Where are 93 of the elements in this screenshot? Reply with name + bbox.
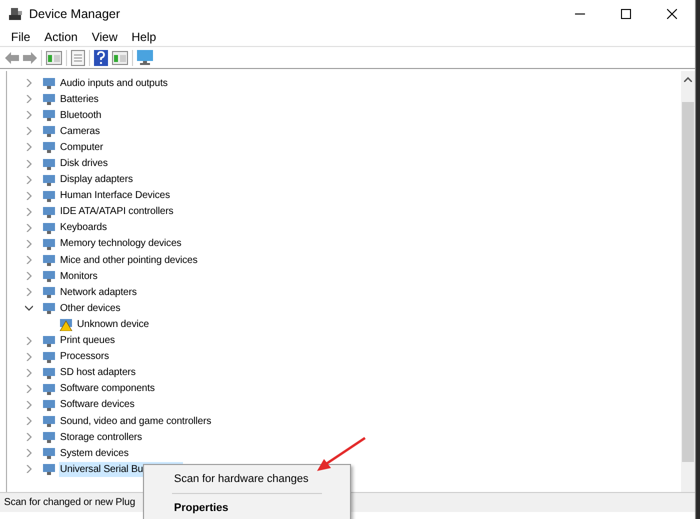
device-icon bbox=[42, 140, 56, 154]
expand-chevron-icon[interactable] bbox=[25, 192, 33, 200]
device-icon bbox=[42, 301, 56, 316]
scroll-up-icon[interactable] bbox=[684, 77, 692, 82]
device-icon bbox=[42, 382, 56, 396]
tree-item[interactable]: Unknown device bbox=[76, 316, 150, 332]
tree-item[interactable]: Keyboards bbox=[59, 220, 108, 236]
menu-item[interactable]: Help bbox=[124, 28, 164, 46]
monitor-icon[interactable] bbox=[137, 50, 153, 65]
tree-item[interactable]: Memory technology devices bbox=[59, 236, 182, 252]
panel-icon[interactable] bbox=[112, 50, 128, 64]
expand-chevron-icon[interactable] bbox=[25, 143, 33, 152]
device-manager-icon bbox=[9, 7, 23, 21]
device-icon bbox=[42, 204, 56, 219]
tree-item[interactable]: Display adapters bbox=[59, 172, 134, 188]
tree-item[interactable]: Batteries bbox=[59, 92, 100, 107]
device-icon bbox=[42, 446, 56, 460]
back-icon[interactable] bbox=[5, 52, 19, 64]
expand-chevron-icon[interactable] bbox=[25, 449, 33, 458]
device-icon bbox=[42, 462, 56, 476]
maximize-icon[interactable] bbox=[621, 9, 631, 19]
device-icon bbox=[42, 172, 56, 187]
scroll-thumb[interactable] bbox=[682, 102, 694, 462]
tree-item[interactable]: Monitors bbox=[59, 268, 99, 284]
window-title: Device Manager bbox=[29, 6, 120, 23]
tree-item[interactable]: Software devices bbox=[59, 397, 136, 412]
device-icon bbox=[42, 76, 56, 90]
expand-chevron-icon[interactable] bbox=[25, 465, 33, 474]
tree-item[interactable]: Disk drives bbox=[59, 156, 109, 172]
tree-item[interactable]: System devices bbox=[59, 446, 130, 461]
tree-item[interactable]: Print queues bbox=[59, 333, 116, 348]
expand-chevron-icon[interactable] bbox=[25, 160, 33, 168]
device-icon bbox=[42, 253, 56, 268]
tree-item[interactable]: Bluetooth bbox=[59, 108, 102, 123]
tree-item[interactable]: Mice and other pointing devices bbox=[59, 252, 199, 268]
device-icon bbox=[42, 334, 56, 348]
device-icon bbox=[42, 156, 56, 171]
device-icon bbox=[42, 366, 56, 380]
forward-icon[interactable] bbox=[23, 52, 37, 64]
device-icon bbox=[42, 285, 56, 300]
expand-chevron-icon[interactable] bbox=[25, 256, 33, 264]
menu-item[interactable]: View bbox=[84, 28, 124, 46]
expand-chevron-icon[interactable] bbox=[25, 384, 33, 393]
expand-chevron-icon[interactable] bbox=[25, 176, 33, 184]
tree-item[interactable]: Software components bbox=[59, 381, 156, 396]
expand-chevron-icon[interactable] bbox=[25, 336, 33, 345]
device-icon bbox=[42, 350, 56, 364]
expand-chevron-icon[interactable] bbox=[25, 288, 33, 296]
properties-icon[interactable] bbox=[71, 50, 85, 66]
device-icon bbox=[42, 430, 56, 444]
tree-item[interactable]: Human Interface Devices bbox=[59, 188, 171, 204]
status-text: Scan for changed or new Plug bbox=[4, 496, 136, 510]
help-icon[interactable] bbox=[94, 50, 108, 66]
tree-item[interactable]: Storage controllers bbox=[59, 430, 144, 445]
expand-chevron-icon[interactable] bbox=[25, 240, 33, 248]
device-icon bbox=[42, 236, 56, 251]
expand-chevron-icon[interactable] bbox=[25, 208, 33, 216]
expand-chevron-icon[interactable] bbox=[25, 224, 33, 232]
tree-item[interactable]: Sound, video and game controllers bbox=[59, 414, 212, 429]
device-icon bbox=[42, 414, 56, 428]
expand-chevron-icon[interactable] bbox=[25, 400, 33, 409]
expand-chevron-icon[interactable] bbox=[25, 127, 33, 136]
device-icon bbox=[42, 188, 56, 203]
expand-chevron-icon[interactable] bbox=[25, 368, 33, 377]
tree-item[interactable]: Other devices bbox=[59, 300, 122, 316]
tree-item[interactable]: Audio inputs and outputs bbox=[59, 76, 169, 91]
tree-item[interactable]: Network adapters bbox=[59, 284, 138, 300]
device-icon bbox=[42, 220, 56, 235]
device-icon bbox=[42, 92, 56, 106]
device-icon bbox=[42, 108, 56, 122]
device-icon bbox=[42, 124, 56, 138]
tree-item[interactable]: SD host adapters bbox=[59, 365, 137, 380]
expand-chevron-icon[interactable] bbox=[25, 272, 33, 280]
scrollbar[interactable] bbox=[681, 71, 695, 492]
context-menu-item[interactable]: Properties bbox=[144, 498, 350, 518]
tree-item[interactable]: Processors bbox=[59, 349, 110, 364]
expand-chevron-icon[interactable] bbox=[25, 111, 33, 120]
device-icon bbox=[42, 269, 56, 284]
expand-chevron-icon[interactable] bbox=[25, 95, 33, 104]
collapse-chevron-icon[interactable] bbox=[25, 304, 33, 312]
pointer-arrow bbox=[316, 437, 366, 473]
device-icon bbox=[42, 398, 56, 412]
tree-item[interactable]: Computer bbox=[59, 140, 104, 155]
close-icon[interactable] bbox=[667, 9, 677, 19]
tree-item[interactable]: IDE ATA/ATAPI controllers bbox=[59, 204, 174, 220]
expand-chevron-icon[interactable] bbox=[25, 417, 33, 426]
tree-item[interactable]: Cameras bbox=[59, 124, 101, 139]
expand-chevron-icon[interactable] bbox=[25, 352, 33, 361]
menu-item[interactable]: File bbox=[4, 28, 38, 46]
panel-icon[interactable] bbox=[46, 50, 62, 64]
expand-chevron-icon[interactable] bbox=[25, 79, 33, 88]
menu-item[interactable]: Action bbox=[37, 28, 85, 46]
expand-chevron-icon[interactable] bbox=[25, 433, 33, 442]
